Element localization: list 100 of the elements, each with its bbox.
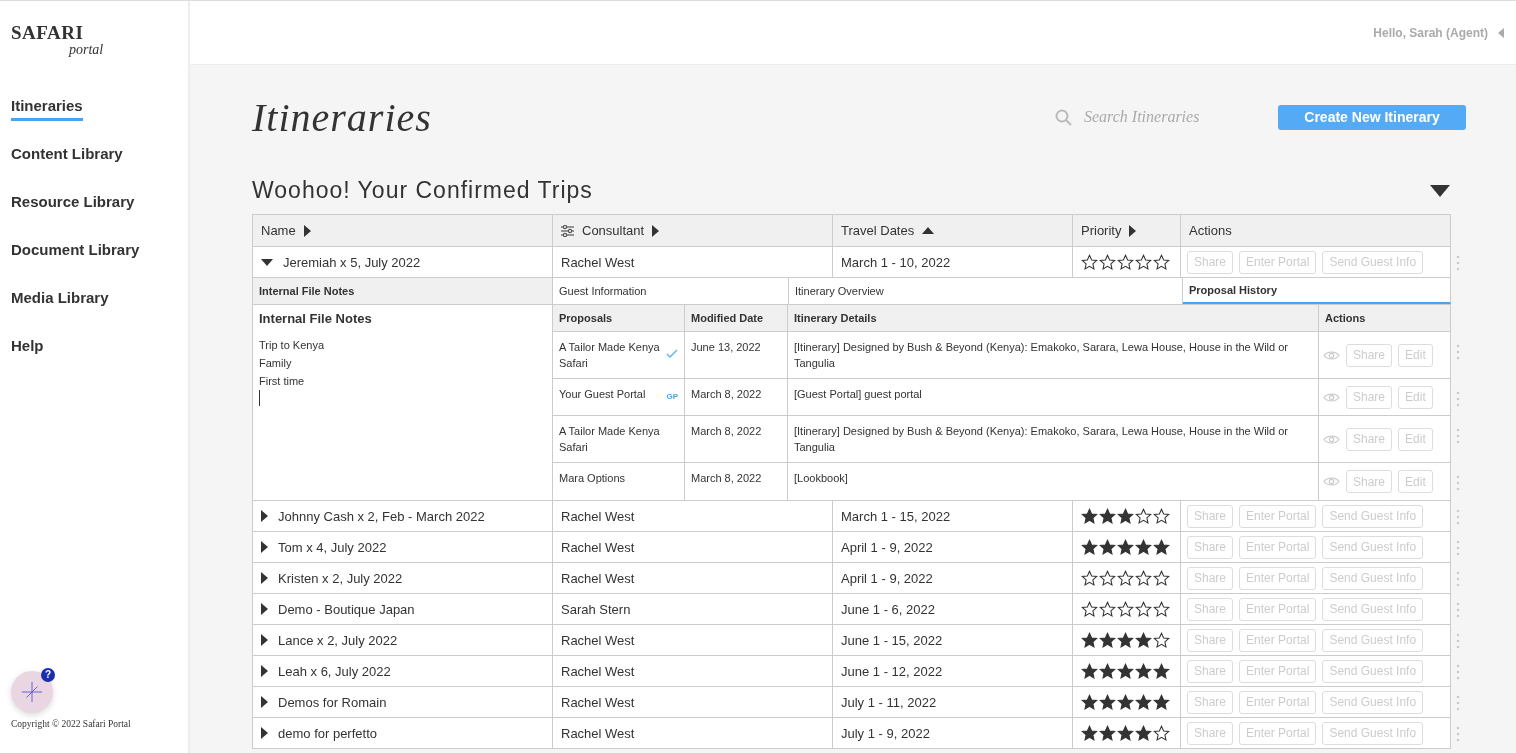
- filter-icon[interactable]: [561, 224, 574, 237]
- star-icon[interactable]: [1153, 724, 1170, 742]
- star-icon[interactable]: [1153, 662, 1170, 680]
- trip-name-cell[interactable]: Leah x 6, July 2022: [253, 656, 553, 687]
- star-icon[interactable]: [1099, 569, 1116, 587]
- collapse-triangle-icon[interactable]: [1430, 184, 1450, 197]
- star-icon[interactable]: [1135, 662, 1152, 680]
- trip-name-cell[interactable]: Tom x 4, July 2022: [253, 532, 553, 563]
- star-icon[interactable]: [1153, 538, 1170, 556]
- priority-stars[interactable]: [1081, 662, 1170, 680]
- column-header[interactable]: Consultant: [553, 215, 833, 247]
- trip-name-cell[interactable]: demo for perfetto: [253, 718, 553, 749]
- star-icon[interactable]: [1117, 507, 1134, 525]
- expand-caret-icon[interactable]: [261, 510, 268, 522]
- star-icon[interactable]: [1117, 631, 1134, 649]
- star-icon[interactable]: [1081, 507, 1098, 525]
- priority-stars[interactable]: [1081, 600, 1170, 618]
- help-button[interactable]: [11, 671, 53, 713]
- trip-name-cell[interactable]: Kristen x 2, July 2022: [253, 563, 553, 594]
- star-icon[interactable]: [1117, 569, 1134, 587]
- expand-caret-icon[interactable]: [261, 541, 268, 553]
- star-icon[interactable]: [1153, 569, 1170, 587]
- star-icon[interactable]: [1099, 538, 1116, 556]
- star-icon[interactable]: [1135, 600, 1152, 618]
- proposal-name[interactable]: A Tailor Made Kenya Safari: [559, 339, 662, 371]
- star-icon[interactable]: [1153, 693, 1170, 711]
- column-header[interactable]: Travel Dates: [833, 215, 1073, 247]
- trip-name-cell[interactable]: Demo - Boutique Japan: [253, 594, 553, 625]
- star-icon[interactable]: [1117, 253, 1134, 271]
- star-icon[interactable]: [1135, 253, 1152, 271]
- proposal-name[interactable]: A Tailor Made Kenya Safari: [559, 423, 678, 455]
- nav-link[interactable]: Resource Library: [11, 193, 135, 217]
- sort-caret-icon[interactable]: [652, 224, 660, 237]
- trip-name-cell[interactable]: Lance x 2, July 2022: [253, 625, 553, 656]
- priority-stars[interactable]: [1081, 253, 1170, 271]
- star-icon[interactable]: [1153, 600, 1170, 618]
- trip-name-cell[interactable]: Demos for Romain: [253, 687, 553, 718]
- star-icon[interactable]: [1117, 693, 1134, 711]
- expand-caret-icon[interactable]: [261, 665, 268, 677]
- star-icon[interactable]: [1099, 724, 1116, 742]
- expand-caret-icon[interactable]: [261, 572, 268, 584]
- detail-tab[interactable]: Guest Information: [553, 278, 789, 304]
- user-greeting[interactable]: Hello, Sarah (Agent): [1373, 25, 1488, 40]
- expand-caret-icon[interactable]: [261, 727, 268, 739]
- proposal-name[interactable]: Mara Options: [559, 470, 678, 486]
- star-icon[interactable]: [1135, 569, 1152, 587]
- star-icon[interactable]: [1081, 600, 1098, 618]
- nav-link[interactable]: Itineraries: [11, 97, 83, 121]
- search-field[interactable]: Search Itineraries: [1084, 108, 1214, 126]
- star-icon[interactable]: [1099, 600, 1116, 618]
- star-icon[interactable]: [1117, 600, 1134, 618]
- star-icon[interactable]: [1117, 662, 1134, 680]
- star-icon[interactable]: [1081, 538, 1098, 556]
- trip-name-cell[interactable]: Johnny Cash x 2, Feb - March 2022: [253, 501, 553, 532]
- star-icon[interactable]: [1153, 631, 1170, 649]
- priority-stars[interactable]: [1081, 724, 1170, 742]
- notes-editor[interactable]: Internal File Notes Trip to Kenya Family First time: [253, 305, 552, 500]
- expand-caret-icon[interactable]: [261, 696, 268, 708]
- star-icon[interactable]: [1081, 631, 1098, 649]
- priority-stars[interactable]: [1081, 538, 1170, 556]
- star-icon[interactable]: [1135, 724, 1152, 742]
- expand-caret-icon[interactable]: [261, 634, 268, 646]
- star-icon[interactable]: [1099, 662, 1116, 680]
- detail-tab[interactable]: Itinerary Overview: [789, 278, 1183, 304]
- star-icon[interactable]: [1135, 538, 1152, 556]
- nav-link[interactable]: Document Library: [11, 241, 140, 265]
- column-header[interactable]: Actions: [1181, 215, 1451, 247]
- nav-link[interactable]: Help: [11, 337, 44, 361]
- star-icon[interactable]: [1099, 693, 1116, 711]
- priority-stars[interactable]: [1081, 569, 1170, 587]
- column-header[interactable]: Name: [253, 215, 553, 247]
- star-icon[interactable]: [1099, 631, 1116, 649]
- star-icon[interactable]: [1135, 693, 1152, 711]
- nav-link[interactable]: Media Library: [11, 289, 109, 313]
- expand-caret-icon[interactable]: [261, 603, 268, 615]
- star-icon[interactable]: [1099, 253, 1116, 271]
- proposal-name[interactable]: Your Guest Portal: [559, 386, 663, 402]
- star-icon[interactable]: [1135, 631, 1152, 649]
- star-icon[interactable]: [1081, 662, 1098, 680]
- priority-stars[interactable]: [1081, 507, 1170, 525]
- sort-caret-icon[interactable]: [1129, 224, 1137, 237]
- column-header[interactable]: Priority: [1073, 215, 1181, 247]
- star-icon[interactable]: [1153, 507, 1170, 525]
- star-icon[interactable]: [1081, 253, 1098, 271]
- expand-caret-icon[interactable]: [261, 258, 273, 266]
- sort-caret-icon[interactable]: [303, 224, 311, 237]
- nav-link[interactable]: Content Library: [11, 145, 123, 169]
- star-icon[interactable]: [1153, 253, 1170, 271]
- star-icon[interactable]: [1081, 569, 1098, 587]
- star-icon[interactable]: [1117, 538, 1134, 556]
- priority-stars[interactable]: [1081, 631, 1170, 649]
- star-icon[interactable]: [1117, 724, 1134, 742]
- priority-stars[interactable]: [1081, 693, 1170, 711]
- sort-caret-icon[interactable]: [922, 227, 935, 234]
- star-icon[interactable]: [1099, 507, 1116, 525]
- notes-tab[interactable]: Internal File Notes: [253, 278, 552, 305]
- star-icon[interactable]: [1081, 693, 1098, 711]
- star-icon[interactable]: [1081, 724, 1098, 742]
- create-itinerary-button[interactable]: Create New Itinerary: [1278, 104, 1466, 130]
- star-icon[interactable]: [1135, 507, 1152, 525]
